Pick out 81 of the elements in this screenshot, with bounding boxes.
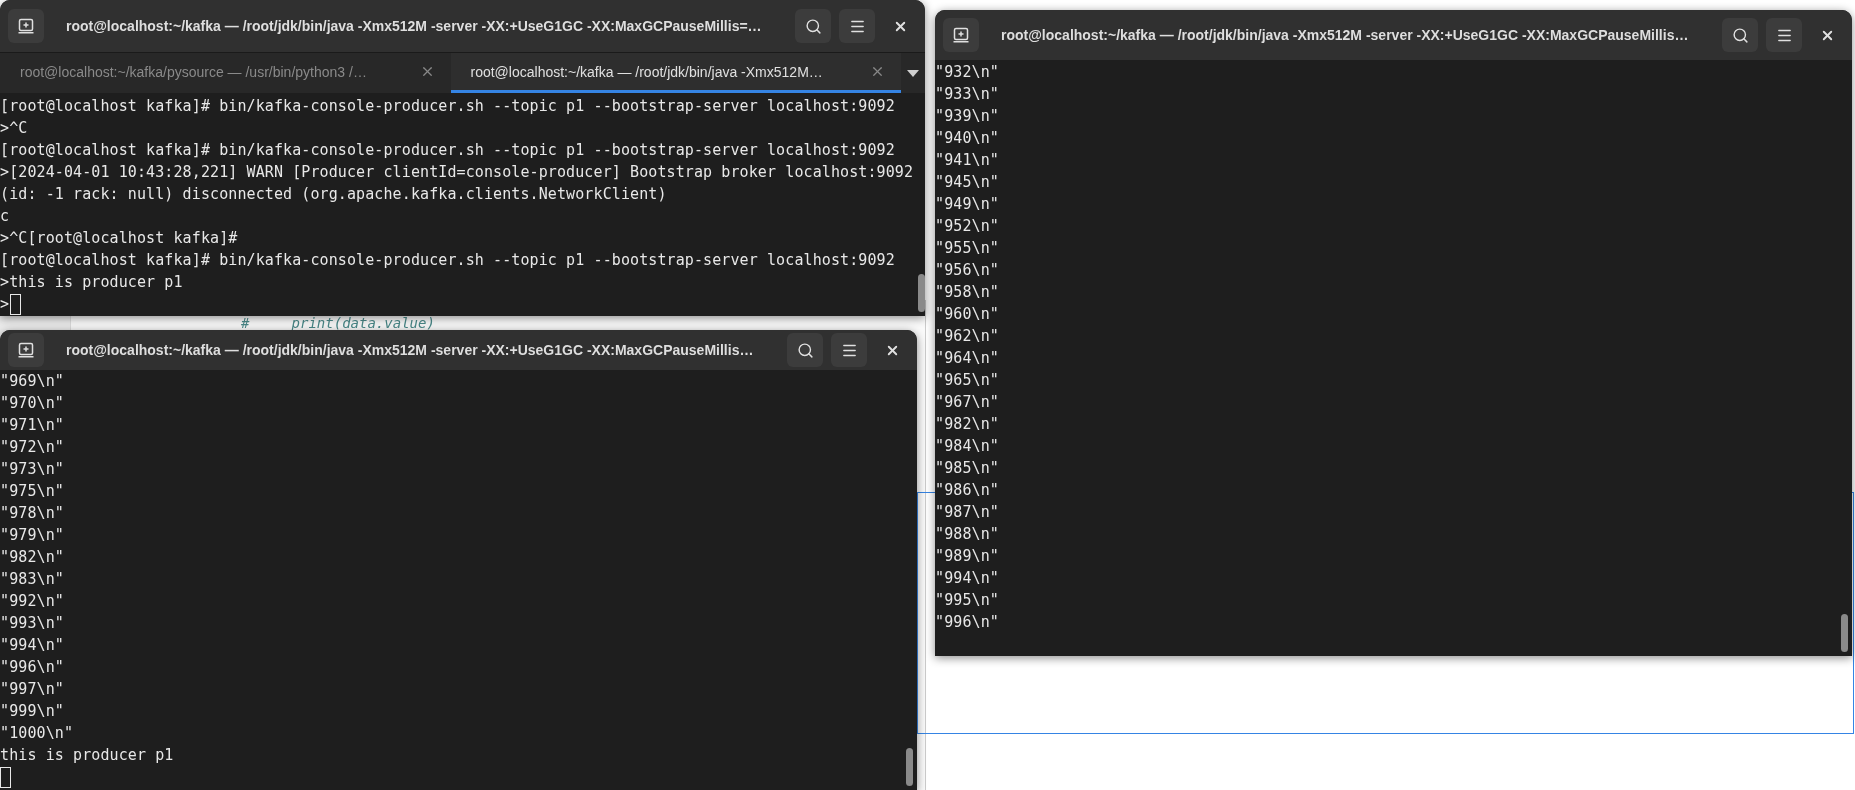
terminal-line: "964\n" [935,348,1000,369]
tab-close-button[interactable] [870,64,885,79]
new-tab-button[interactable] [8,333,44,367]
terminal-line: "986\n" [935,480,1000,501]
code-line: # print(data.value) [241,316,435,330]
terminal-line: >[2024-04-01 10:43:28,221] WARN [Producer clientId=console-producer] Bootstrap broker localhost:9092 [0,162,914,183]
search-button[interactable] [1722,18,1758,52]
terminal-line: >^C [0,118,29,139]
tab[interactable]: root@localhost:~/kafka/pysource — /usr/bin/python3 /… [0,53,451,93]
search-icon [804,17,822,35]
terminal-line: "932\n" [935,62,1000,83]
terminal-line: "960\n" [935,304,1000,325]
terminal-line: "962\n" [935,326,1000,347]
terminal-line: "987\n" [935,502,1000,523]
new-tab-icon [953,27,969,43]
new-tab-button[interactable] [943,18,979,52]
search-icon [796,341,814,359]
terminal-line: "952\n" [935,216,1000,237]
caret-icon [907,69,919,77]
terminal-line: [root@localhost kafka]# bin/kafka-console-producer.sh --topic p1 --bootstrap-server localhost:9092 [0,96,896,117]
scrollbar-thumb[interactable] [918,274,925,312]
terminal-line: "975\n" [0,481,65,502]
search-button[interactable] [787,333,823,367]
terminal-line: "985\n" [935,458,1000,479]
terminal-line: "999\n" [0,701,65,722]
terminal-line: "994\n" [0,635,65,656]
terminal-line: "983\n" [0,569,65,590]
menu-button[interactable] [1766,18,1802,52]
new-tab-icon [18,342,34,358]
window-title: root@localhost:~/kafka — /root/jdk/bin/java -Xmx512M -server -XX:+UseG1GC -XX:MaxGCPauseMillis=… [65,18,763,34]
terminal-line: "995\n" [935,590,1000,611]
terminal-line: "958\n" [935,282,1000,303]
terminal-prompt: > [0,294,10,315]
terminal-line: "939\n" [935,106,1000,127]
terminal-line: "970\n" [0,393,65,414]
terminal-line: "933\n" [935,84,1000,105]
new-tab-button[interactable] [8,9,44,43]
terminal-line: "967\n" [935,392,1000,413]
terminal-line: "978\n" [0,503,65,524]
terminal-line: "971\n" [0,415,65,436]
terminal-line: "984\n" [935,436,1000,457]
terminal-line: "973\n" [0,459,65,480]
terminal-line: "965\n" [935,370,1000,391]
terminal-line: "949\n" [935,194,1000,215]
tab[interactable]: root@localhost:~/kafka — /root/jdk/bin/java -Xmx512M… [450,53,901,93]
scrollbar-thumb[interactable] [1841,614,1848,652]
close-icon [870,64,885,79]
scrollbar-thumb[interactable] [906,748,913,786]
terminal-line: "996\n" [0,657,65,678]
terminal-line: "992\n" [0,591,65,612]
search-icon [1731,26,1749,44]
terminal-line: "989\n" [935,546,1000,567]
terminal-line: "997\n" [0,679,65,700]
terminal-line: "982\n" [935,414,1000,435]
menu-button[interactable] [839,9,875,43]
terminal-line: "979\n" [0,525,65,546]
terminal-line: "940\n" [935,128,1000,149]
terminal-line: this is producer p1 [0,745,175,766]
terminal-line: "1000\n" [0,723,75,744]
terminal-line: "955\n" [935,238,1000,259]
terminal-line: [root@localhost kafka]# bin/kafka-console-producer.sh --topic p1 --bootstrap-server localhost:9092 [0,140,896,161]
menu-button[interactable] [831,333,867,367]
terminal-line: "982\n" [0,547,65,568]
terminal-line: [root@localhost kafka]# bin/kafka-console-producer.sh --topic p1 --bootstrap-server localhost:9092 [0,250,896,271]
terminal-line: "994\n" [935,568,1000,589]
new-tab-icon [18,18,34,34]
terminal-line: "972\n" [0,437,65,458]
terminal-line: "993\n" [0,613,65,634]
terminal-line: >this is producer p1 [0,272,184,293]
terminal-line: "996\n" [935,612,1000,633]
terminal-line: "988\n" [935,524,1000,545]
terminal-line: (id: -1 rack: null) disconnected (org.apache.kafka.clients.NetworkClient) [0,184,668,205]
terminal-line: "945\n" [935,172,1000,193]
terminal-line: "969\n" [0,371,65,392]
terminal-line: "941\n" [935,150,1000,171]
terminal-line: c [0,206,11,227]
search-button[interactable] [795,9,831,43]
terminal-line: >^C[root@localhost kafka]# [0,228,239,249]
window-title: root@localhost:~/kafka — /root/jdk/bin/java -Xmx512M -server -XX:+UseG1GC -XX:MaxGCPauseMillis… [1000,27,1690,43]
terminal-line: "956\n" [935,260,1000,281]
window-title: root@localhost:~/kafka — /root/jdk/bin/java -Xmx512M -server -XX:+UseG1GC -XX:MaxGCPauseMillis… [65,342,755,358]
